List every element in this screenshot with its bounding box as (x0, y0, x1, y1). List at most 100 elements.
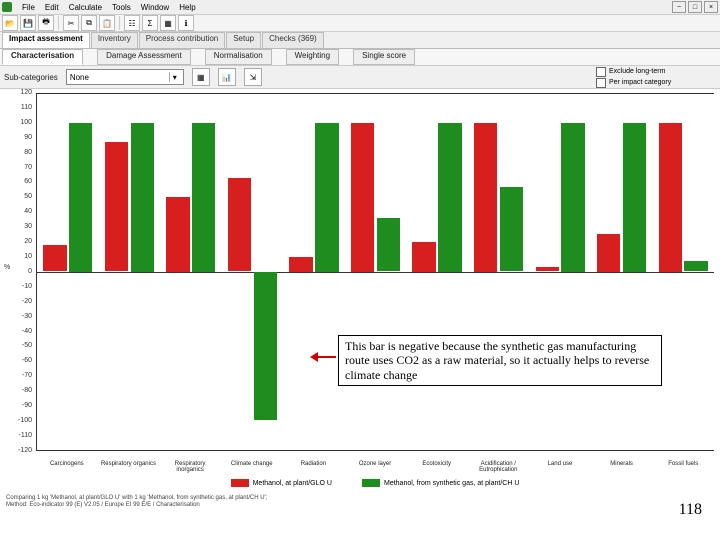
bar-group (37, 93, 99, 450)
bar-red (105, 142, 128, 271)
bar-group (222, 93, 284, 450)
dropdown-value: None (70, 73, 89, 82)
check-per-impact[interactable]: Per impact category (596, 78, 716, 88)
bar-group (283, 93, 345, 450)
bar-green (377, 218, 400, 272)
subtab-single-score[interactable]: Single score (353, 49, 415, 65)
bar-green (315, 123, 338, 272)
x-tick-label: Radiation (283, 461, 345, 473)
print-icon[interactable]: 🖶 (38, 15, 54, 31)
toolbar: 📂 💾 🖶 ✂ ⧉ 📋 ☷ Σ ▦ ℹ (0, 15, 720, 32)
x-tick-label: Minerals (591, 461, 653, 473)
paste-icon[interactable]: 📋 (99, 15, 115, 31)
cut-icon[interactable]: ✂ (63, 15, 79, 31)
callout-arrow (310, 352, 336, 362)
plot (36, 93, 714, 451)
bar-red (412, 242, 435, 272)
tab-setup[interactable]: Setup (226, 32, 261, 48)
separator (58, 16, 59, 30)
bar-group (99, 93, 161, 450)
table-view-icon[interactable]: ▦ (192, 68, 210, 86)
footer-line2: Method: Eco-indicator 99 (E) V2.05 / Eur… (6, 502, 267, 509)
calc-icon[interactable]: Σ (142, 15, 158, 31)
subcategories-dropdown[interactable]: None ▾ (66, 69, 184, 85)
bar-group (468, 93, 530, 450)
bar-red (536, 267, 559, 271)
x-axis-labels: CarcinogensRespiratory organicsRespirato… (36, 461, 714, 473)
footer-text: Comparing 1 kg 'Methanol, at plant/GLO U… (6, 495, 267, 509)
bar-group (345, 93, 407, 450)
tab-checks[interactable]: Checks (369) (262, 32, 324, 48)
legend: Methanol, at plant/GLO U Methanol, from … (36, 479, 714, 487)
page-number: 118 (679, 501, 702, 519)
save-icon[interactable]: 💾 (20, 15, 36, 31)
x-tick-label: Ecotoxicity (406, 461, 468, 473)
arrow-head-icon (310, 352, 318, 362)
bar-group (591, 93, 653, 450)
tree-icon[interactable]: ☷ (124, 15, 140, 31)
minimize-icon[interactable]: − (672, 1, 686, 13)
check-exclude-longterm[interactable]: Exclude long-term (596, 67, 716, 77)
separator (119, 16, 120, 30)
callout-text: This bar is negative because the synthet… (345, 339, 649, 382)
export-icon[interactable]: ⇲ (244, 68, 262, 86)
app-icon (2, 2, 12, 12)
maximize-icon[interactable]: □ (688, 1, 702, 13)
swatch-red (231, 479, 249, 487)
tab-impact-assessment[interactable]: Impact assessment (2, 32, 90, 48)
legend-item-green: Methanol, from synthetic gas, at plant/C… (362, 479, 519, 487)
subtab-normalisation[interactable]: Normalisation (205, 49, 272, 65)
x-tick-label: Respiratory inorganics (159, 461, 221, 473)
bar-group (160, 93, 222, 450)
bar-red (228, 178, 251, 272)
bar-group (406, 93, 468, 450)
bar-green (684, 261, 707, 271)
controls-row: Sub-categories None ▾ ▦ 📊 ⇲ Exclude long… (0, 66, 720, 89)
swatch-green (362, 479, 380, 487)
options-panel: Exclude long-term Per impact category (596, 67, 716, 88)
chart-icon[interactable]: ▦ (160, 15, 176, 31)
bar-green (623, 123, 646, 272)
close-icon[interactable]: × (704, 1, 718, 13)
x-tick-label: Climate change (221, 461, 283, 473)
chart-view-icon[interactable]: 📊 (218, 68, 236, 86)
bar-red (166, 197, 189, 271)
info-icon[interactable]: ℹ (178, 15, 194, 31)
window-controls: − □ × (672, 1, 718, 13)
menu-tools[interactable]: Tools (112, 3, 131, 12)
sub-tabs: Characterisation Damage Assessment Norma… (0, 49, 720, 66)
menu-file[interactable]: File (22, 3, 35, 12)
menu-help[interactable]: Help (179, 3, 195, 12)
x-tick-label: Fossil fuels (652, 461, 714, 473)
bar-green (192, 123, 215, 272)
callout-box: This bar is negative because the synthet… (338, 335, 662, 386)
subcategories-label: Sub-categories (4, 73, 58, 82)
bar-red (659, 123, 682, 272)
subtab-characterisation[interactable]: Characterisation (2, 49, 83, 65)
tab-inventory[interactable]: Inventory (91, 32, 138, 48)
checkbox-icon (596, 78, 606, 88)
legend-item-red: Methanol, at plant/GLO U (231, 479, 332, 487)
bar-group (529, 93, 591, 450)
checkbox-icon (596, 67, 606, 77)
tab-process-contribution[interactable]: Process contribution (139, 32, 225, 48)
bar-green (254, 272, 277, 421)
subtab-damage[interactable]: Damage Assessment (97, 49, 191, 65)
menu-window[interactable]: Window (141, 3, 169, 12)
copy-icon[interactable]: ⧉ (81, 15, 97, 31)
check-label: Per impact category (609, 79, 671, 86)
x-tick-label: Land use (529, 461, 591, 473)
bar-green (69, 123, 92, 272)
open-icon[interactable]: 📂 (2, 15, 18, 31)
subtab-weighting[interactable]: Weighting (286, 49, 339, 65)
x-tick-label: Respiratory organics (98, 461, 160, 473)
menu-bar: File Edit Calculate Tools Window Help − … (0, 0, 720, 15)
menu-edit[interactable]: Edit (45, 3, 59, 12)
x-tick-label: Carcinogens (36, 461, 98, 473)
footer-line1: Comparing 1 kg 'Methanol, at plant/GLO U… (6, 495, 267, 502)
menu-calculate[interactable]: Calculate (69, 3, 102, 12)
bar-green (131, 123, 154, 272)
bar-red (474, 123, 497, 272)
chart-area: % 1201101009080706050403020100-10-20-30-… (0, 89, 720, 521)
bar-groups (37, 93, 714, 450)
